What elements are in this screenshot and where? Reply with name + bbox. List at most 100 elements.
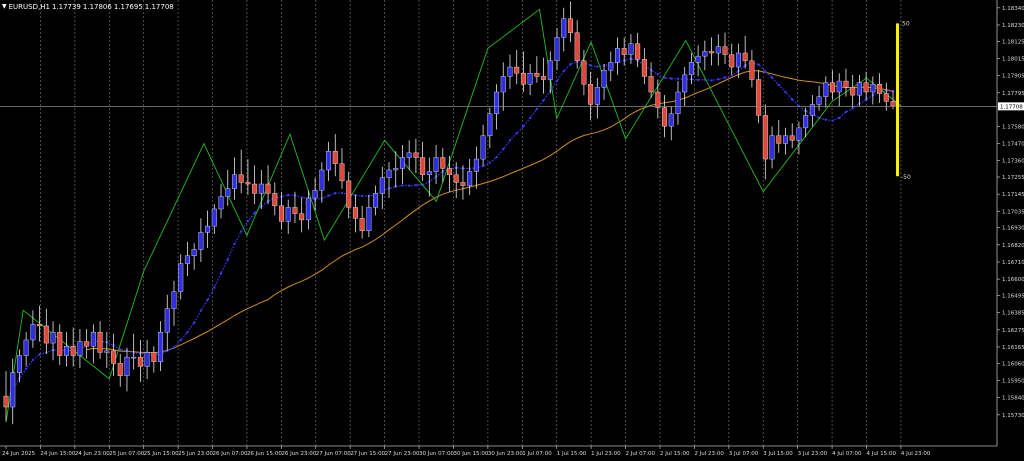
- candle: [225, 169, 231, 206]
- candle-body: [77, 341, 83, 356]
- candle-body: [151, 352, 157, 362]
- gauge-top-label: 50: [902, 20, 910, 27]
- candle: [399, 145, 405, 185]
- ma-dot: [407, 184, 411, 187]
- candle-body: [830, 82, 836, 93]
- candle-body: [883, 93, 889, 102]
- candle: [735, 43, 741, 78]
- candle-body: [682, 74, 688, 93]
- candle-body: [655, 91, 661, 108]
- candle-body: [776, 135, 782, 144]
- ma-dot: [562, 69, 565, 73]
- x-tick-label: 27 Jun 07:00: [316, 451, 351, 457]
- y-tick-label: 1.17795: [1002, 91, 1024, 97]
- candle-body: [668, 113, 674, 127]
- candle-body: [473, 158, 479, 172]
- candle: [662, 95, 668, 138]
- candle: [527, 63, 533, 96]
- ma-dot: [589, 64, 592, 67]
- candle-body: [319, 169, 325, 191]
- candle: [534, 56, 540, 83]
- candle: [366, 194, 372, 238]
- candle: [124, 347, 130, 392]
- candle: [641, 48, 647, 85]
- candle-body: [823, 82, 829, 97]
- candle: [601, 63, 607, 100]
- candle-body: [460, 182, 466, 186]
- candle-body: [10, 372, 16, 408]
- candle-body: [722, 46, 728, 55]
- x-tick-label: 30 Jun 15:00: [453, 451, 488, 457]
- candle: [151, 346, 157, 373]
- current-price-label: 1.17708: [1000, 105, 1023, 111]
- y-tick-label: 1.15840: [1002, 396, 1024, 402]
- candle: [480, 124, 486, 166]
- candle-body: [601, 69, 607, 88]
- candle-body: [23, 339, 29, 356]
- candle: [500, 62, 506, 111]
- x-tick-label: 26 Jun 23:00: [281, 451, 316, 457]
- candle: [90, 324, 96, 364]
- y-tick-label: 1.16385: [1002, 311, 1024, 317]
- candle-body: [662, 107, 668, 127]
- ma-dot: [569, 63, 572, 66]
- ma-dot: [717, 78, 720, 81]
- candle: [709, 37, 715, 66]
- x-tick-label: 27 Jun 15:00: [350, 451, 385, 457]
- price-chart[interactable]: 1.17708 50 -50 24 Jun 2025 24 Jun 15:00 24 J…: [0, 0, 1024, 461]
- candle: [386, 162, 392, 199]
- candle-body: [541, 76, 547, 80]
- candle: [252, 165, 258, 205]
- candle: [265, 165, 271, 205]
- ma-dot: [334, 192, 337, 195]
- y-tick-label: 1.17580: [1002, 124, 1024, 130]
- candle: [655, 79, 661, 119]
- y-tick-label: 1.18230: [1002, 23, 1024, 29]
- dropdown-triangle-icon[interactable]: ▼: [2, 2, 7, 12]
- candle-body: [453, 174, 459, 183]
- candle-body: [373, 193, 379, 208]
- candle-body: [57, 331, 63, 356]
- candle: [635, 32, 641, 68]
- x-tick-label: 3 Jul 23:00: [798, 451, 828, 457]
- candle: [541, 57, 547, 94]
- candle: [877, 73, 883, 103]
- ma-dot: [327, 194, 330, 197]
- candle: [406, 140, 412, 170]
- y-tick-label: 1.16060: [1002, 361, 1024, 367]
- candle-body: [191, 249, 197, 256]
- candle: [238, 149, 244, 194]
- candle-body: [231, 174, 237, 189]
- candle-body: [124, 356, 130, 377]
- y-tick-label: 1.18015: [1002, 56, 1024, 62]
- chart-window[interactable]: 1.17708 50 -50 24 Jun 2025 24 Jun 15:00 24 J…: [0, 0, 1024, 461]
- ma-dot: [757, 63, 760, 66]
- candle: [567, 1, 573, 43]
- ma-dot: [528, 116, 532, 120]
- candle-body: [782, 135, 788, 144]
- candle-body: [567, 18, 573, 33]
- candle: [863, 71, 869, 100]
- candle: [413, 138, 419, 174]
- x-tick-label: 4 Jul 23:00: [901, 451, 931, 457]
- candle-body: [628, 43, 634, 55]
- candle: [850, 74, 856, 108]
- candle-body: [709, 51, 715, 54]
- candle-body: [178, 263, 184, 292]
- candle: [299, 198, 305, 233]
- candle-body: [574, 32, 580, 62]
- candle-body: [117, 363, 123, 377]
- candle-body: [413, 152, 419, 158]
- candle-body: [890, 101, 896, 107]
- candle-body: [399, 157, 405, 169]
- candle-body: [70, 345, 76, 356]
- candle-body: [561, 18, 567, 38]
- ma-dot: [838, 116, 841, 120]
- candle-body: [789, 135, 795, 141]
- candle: [836, 73, 842, 107]
- candle-body: [762, 115, 768, 160]
- candle: [117, 353, 123, 387]
- candle: [63, 332, 69, 367]
- candle-body: [440, 157, 446, 169]
- candle-body: [359, 218, 365, 231]
